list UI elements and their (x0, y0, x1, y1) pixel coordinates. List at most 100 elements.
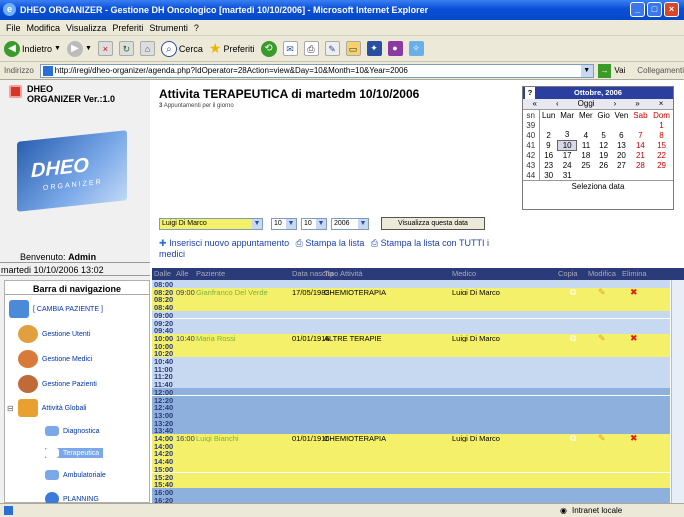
table-row[interactable]: 09:00 (152, 310, 670, 320)
calendar-day[interactable]: 2 (539, 130, 558, 140)
menu-item[interactable]: File (6, 23, 21, 33)
calendar-day[interactable]: 3 (558, 130, 577, 140)
calendar-day[interactable]: 30 (539, 170, 558, 180)
table-row[interactable]: 13:20 (152, 418, 670, 428)
table-row[interactable]: 08:20 (152, 295, 670, 304)
messenger-icon[interactable]: ✦ (366, 41, 382, 56)
table-row[interactable]: 15:40 (152, 480, 670, 489)
new-appointment-link[interactable]: Inserisci nuovo appuntamento (169, 238, 289, 248)
table-row[interactable]: 10:00 10:40 Maria Rossi 01/01/1916 ALTRE TER… (152, 333, 670, 343)
calendar-day[interactable] (650, 170, 673, 180)
calendar-day[interactable]: 13 (612, 140, 631, 150)
calendar-next-year[interactable]: » (635, 99, 639, 109)
table-row[interactable]: 15:20 (152, 472, 670, 482)
calendar-day[interactable]: 22 (650, 150, 673, 160)
table-row[interactable]: 16:20 (152, 495, 670, 503)
table-row[interactable]: 10:20 (152, 349, 670, 358)
calendar-prev-year[interactable]: « (533, 99, 537, 109)
maximize-button[interactable]: □ (647, 2, 662, 17)
calendar-day[interactable] (539, 120, 558, 130)
calendar-day[interactable]: 20 (612, 150, 631, 160)
calendar-today[interactable]: Oggi (578, 99, 595, 109)
calendar-day[interactable]: 27 (612, 160, 631, 170)
go-arrow-icon[interactable]: → (597, 63, 612, 78)
address-input[interactable]: http://iregi/dheo-organizer/agenda.php?I… (39, 63, 594, 78)
nav-cambia-paziente[interactable]: [ CAMBIA PAZIENTE ] (9, 300, 103, 318)
table-row[interactable]: 12:00 (152, 387, 670, 397)
calendar-day[interactable] (631, 170, 650, 180)
table-row[interactable]: 13:00 (152, 410, 670, 420)
calendar-day[interactable]: 14 (631, 140, 650, 150)
table-row[interactable]: 09:20 (152, 318, 670, 328)
refresh-icon[interactable]: ↻ (118, 41, 134, 56)
print-list-link[interactable]: Stampa la lista (305, 238, 364, 248)
calendar-day[interactable]: 17 (558, 150, 577, 160)
calendar-day[interactable]: 7 (631, 130, 650, 140)
calendar-day[interactable]: 26 (595, 160, 612, 170)
address-dropdown-icon[interactable]: ▼ (580, 64, 593, 77)
calendar-day[interactable]: 9 (539, 140, 558, 150)
table-row[interactable]: 14:00 16:00 Luigi Bianchi 01/01/1916 CHEMIOT… (152, 434, 670, 443)
table-row[interactable]: 15:00 (152, 464, 670, 474)
print-icon[interactable]: ⎙ (303, 41, 319, 56)
favorites-button[interactable]: ★ Preferiti (209, 40, 255, 57)
table-row[interactable]: 13:40 (152, 426, 670, 435)
view-date-button[interactable]: Visualizza questa data (381, 217, 485, 230)
table-row[interactable]: 16:00 (152, 487, 670, 497)
calendar-help[interactable]: ? (525, 87, 535, 99)
nav-ambulatoriale[interactable]: Ambulatoriale (45, 470, 106, 480)
table-row[interactable]: 11:00 (152, 364, 670, 374)
calendar-day[interactable] (576, 170, 595, 180)
calendar-day[interactable]: 8 (650, 130, 673, 140)
calendar-close[interactable]: × (659, 99, 664, 109)
table-row[interactable]: 08:40 (152, 303, 670, 312)
year-select[interactable]: 2006 ▼ (331, 217, 369, 230)
calendar-day[interactable]: 23 (539, 160, 558, 170)
calendar-day[interactable] (612, 170, 631, 180)
calendar-day[interactable]: 29 (650, 160, 673, 170)
calendar-day[interactable] (612, 120, 631, 130)
table-row[interactable]: 09:40 (152, 326, 670, 335)
home-icon[interactable]: ⌂ (139, 41, 155, 56)
day-select[interactable]: 10 ▼ (271, 217, 297, 230)
calendar-day[interactable]: 12 (595, 140, 612, 150)
history-icon[interactable]: ⟲ (260, 40, 277, 57)
menu-item[interactable]: ? (194, 23, 199, 33)
menu-item[interactable]: Modifica (27, 23, 61, 33)
calendar-day[interactable]: 11 (576, 140, 595, 150)
calendar-day[interactable]: 1 (650, 120, 673, 130)
search-button[interactable]: ⌕ Cerca (160, 40, 203, 57)
calendar-day[interactable] (631, 120, 650, 130)
table-row[interactable]: 11:40 (152, 380, 670, 389)
calendar-day[interactable]: 24 (558, 160, 577, 170)
calendar-next-month[interactable]: › (614, 99, 617, 109)
calendar-day[interactable]: 31 (558, 170, 577, 180)
table-row[interactable]: 14:20 (152, 449, 670, 458)
nav-gestione-utenti[interactable]: Gestione Utenti (18, 325, 90, 343)
tools-icon[interactable]: ✧ (408, 41, 424, 56)
links-label[interactable]: Collegamenti (637, 66, 684, 75)
stop-icon[interactable]: × (97, 41, 113, 56)
doctor-select[interactable]: Luigi Di Marco ▼ (159, 217, 263, 230)
calendar-day[interactable] (576, 120, 595, 130)
table-row[interactable]: 14:40 (152, 457, 670, 466)
folder-icon[interactable]: ▭ (345, 41, 361, 56)
go-button[interactable]: Vai (614, 66, 625, 75)
menu-item[interactable]: Strumenti (149, 23, 188, 33)
calendar-day[interactable]: 19 (595, 150, 612, 160)
calendar-day[interactable] (595, 170, 612, 180)
nav-attivita-globali[interactable]: ⊟ Attività Globali (7, 399, 86, 417)
table-row[interactable]: 10:40 (152, 357, 670, 366)
month-select[interactable]: 10 ▼ (301, 217, 327, 230)
forward-button[interactable]: ▶ ▼ (66, 40, 92, 57)
back-button[interactable]: ◀ Indietro ▼ (4, 40, 61, 57)
scrollbar[interactable] (671, 280, 684, 503)
table-row[interactable]: 11:20 (152, 372, 670, 381)
table-row[interactable]: 14:00 (152, 441, 670, 451)
nav-gestione-medici[interactable]: Gestione Medici (18, 350, 92, 368)
nav-planning[interactable]: PLANNING (45, 492, 99, 503)
calendar-day[interactable] (595, 120, 612, 130)
minimize-button[interactable]: _ (630, 2, 645, 17)
calendar-select-date[interactable]: Seleziona data (523, 180, 673, 192)
table-row[interactable]: 08:20 09:00 Gianfranco Del Verde 17/05/1983… (152, 287, 670, 297)
